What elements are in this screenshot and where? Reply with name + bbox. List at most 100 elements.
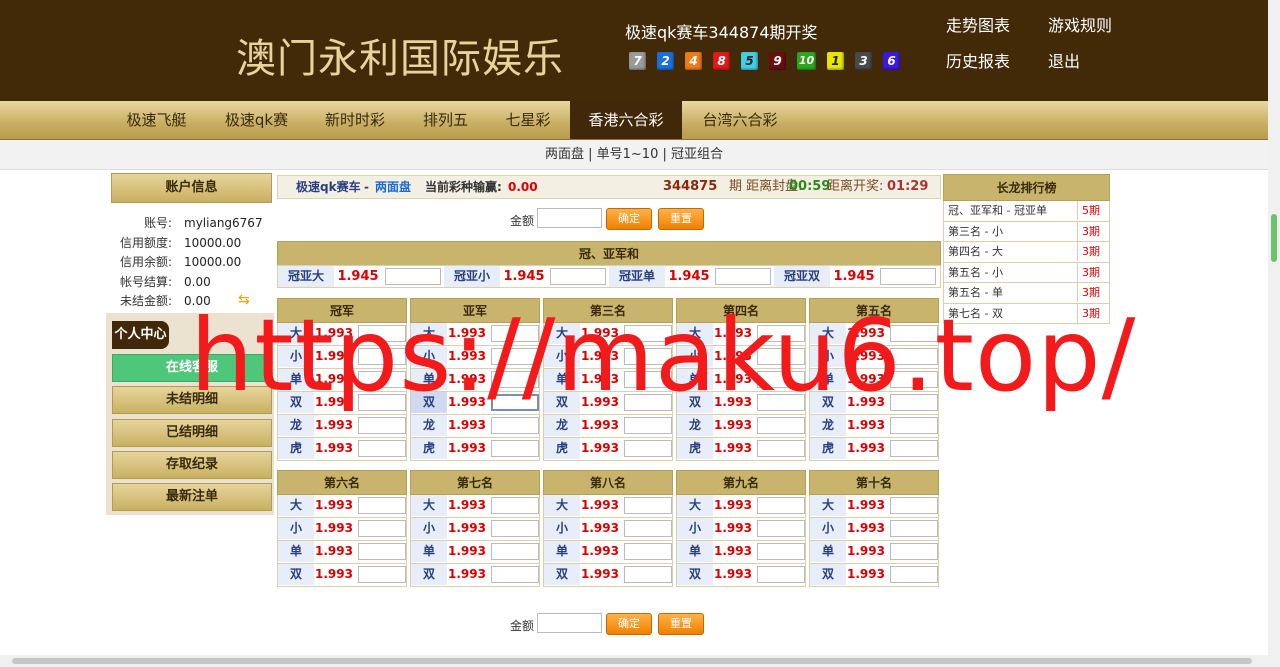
bet-amount-input[interactable]: [358, 520, 406, 537]
long-dragon-ranking: 长龙排行榜 冠、亚军和 - 冠亚单 5期 第三名 - 小 3期 第四名 - 大 3期 第五名…: [943, 174, 1110, 324]
combo-input-small[interactable]: [550, 268, 606, 285]
combo-input-big[interactable]: [385, 268, 441, 285]
settled-details-button[interactable]: 已结明细: [112, 419, 272, 447]
bet-amount-input[interactable]: [624, 325, 672, 342]
bet-amount-input[interactable]: [358, 440, 406, 457]
horizontal-scrollbar[interactable]: [0, 655, 1280, 667]
confirm-button[interactable]: 确定: [606, 208, 652, 230]
reset-button[interactable]: 重置: [658, 208, 704, 230]
bet-label: 单: [278, 541, 314, 562]
bet-amount-input[interactable]: [491, 394, 539, 411]
tab-fast-qk-race[interactable]: 极速qk赛: [210, 101, 303, 139]
bet-amount-input[interactable]: [491, 417, 539, 434]
bet-label: 小: [544, 346, 580, 367]
bet-amount-input[interactable]: [358, 417, 406, 434]
bet-amount-input[interactable]: [757, 543, 805, 560]
bet-amount-input[interactable]: [624, 394, 672, 411]
bet-amount-input[interactable]: [624, 348, 672, 365]
bet-amount-input[interactable]: [491, 566, 539, 583]
bet-label: 小: [677, 346, 713, 367]
bet-row: 单 1.993: [676, 369, 806, 392]
scrollbar-thumb[interactable]: [1271, 214, 1277, 262]
tab-fast-boat[interactable]: 极速飞艇: [110, 101, 203, 139]
refresh-icon[interactable]: ⇆: [238, 293, 250, 307]
scrollbar-thumb[interactable]: [12, 658, 1252, 664]
bet-amount-input[interactable]: [491, 497, 539, 514]
vertical-scrollbar[interactable]: [1268, 0, 1280, 655]
bet-label: 单: [810, 369, 846, 390]
bet-amount-input[interactable]: [624, 497, 672, 514]
bet-row: 双 1.993: [676, 392, 806, 415]
history-report-link[interactable]: 历史报表: [946, 52, 1048, 72]
unsettled-details-button[interactable]: 未结明细: [112, 386, 272, 414]
game-rules-link[interactable]: 游戏规则: [1048, 16, 1136, 36]
bet-amount-input[interactable]: [890, 325, 938, 342]
trend-chart-link[interactable]: 走势图表: [946, 16, 1048, 36]
bet-amount-input[interactable]: [890, 440, 938, 457]
long-dragon-count: 3期: [1077, 262, 1110, 282]
bet-amount-input[interactable]: [491, 543, 539, 560]
latest-bets-button[interactable]: 最新注单: [112, 483, 272, 511]
bet-amount-input[interactable]: [757, 440, 805, 457]
bet-amount-input[interactable]: [757, 371, 805, 388]
bet-amount-input[interactable]: [757, 325, 805, 342]
bet-amount-input[interactable]: [890, 348, 938, 365]
bet-amount-input[interactable]: [624, 520, 672, 537]
bet-amount-input[interactable]: [757, 520, 805, 537]
bet-amount-input[interactable]: [757, 394, 805, 411]
bet-amount-input[interactable]: [358, 348, 406, 365]
bet-label: 单: [544, 369, 580, 390]
bet-amount-input[interactable]: [491, 348, 539, 365]
tab-hk-mark-six[interactable]: 香港六合彩: [570, 101, 682, 139]
bet-amount-input[interactable]: [757, 417, 805, 434]
bet-amount-input[interactable]: [491, 325, 539, 342]
logout-link[interactable]: 退出: [1048, 52, 1136, 72]
tab-tw-mark-six[interactable]: 台湾六合彩: [686, 101, 794, 139]
position-column-header: 冠军: [277, 298, 407, 323]
bet-amount-input[interactable]: [491, 440, 539, 457]
bet-amount-input[interactable]: [890, 371, 938, 388]
bet-amount-input[interactable]: [624, 543, 672, 560]
tab-pailie5[interactable]: 排列五: [408, 101, 483, 139]
amount-input[interactable]: [537, 613, 602, 633]
bet-amount-input[interactable]: [358, 566, 406, 583]
bet-row: 虎 1.993: [676, 438, 806, 461]
combo-row: 冠亚大 1.945 冠亚小 1.945 冠亚单 1.945 冠亚双 1.945: [277, 265, 941, 288]
bet-label: 小: [544, 518, 580, 539]
site-logo[interactable]: 澳门永利国际娱乐: [236, 26, 564, 84]
bet-amount-input[interactable]: [624, 417, 672, 434]
bet-amount-input[interactable]: [890, 566, 938, 583]
bet-odds: 1.993: [847, 395, 885, 409]
combo-input-even[interactable]: [880, 268, 936, 285]
bet-amount-input[interactable]: [890, 520, 938, 537]
bet-amount-input[interactable]: [358, 371, 406, 388]
online-service-button[interactable]: 在线客服: [112, 354, 272, 382]
bet-amount-input[interactable]: [624, 371, 672, 388]
profit-value: 0.00: [508, 180, 538, 194]
result-ball: 8: [713, 52, 730, 70]
bet-amount-input[interactable]: [890, 417, 938, 434]
tab-qixingcai[interactable]: 七星彩: [490, 101, 566, 139]
bet-amount-input[interactable]: [890, 543, 938, 560]
bet-amount-input[interactable]: [358, 394, 406, 411]
bet-amount-input[interactable]: [624, 566, 672, 583]
confirm-button[interactable]: 确定: [606, 613, 652, 635]
bet-amount-input[interactable]: [757, 497, 805, 514]
play-type-subnav[interactable]: 两面盘 | 单号1~10 | 冠亚组合: [0, 140, 1268, 170]
bet-amount-input[interactable]: [890, 497, 938, 514]
bet-amount-input[interactable]: [757, 566, 805, 583]
bet-amount-input[interactable]: [624, 440, 672, 457]
reset-button[interactable]: 重置: [658, 613, 704, 635]
deposit-records-button[interactable]: 存取纪录: [112, 451, 272, 479]
amount-input[interactable]: [537, 208, 602, 228]
bet-amount-input[interactable]: [358, 325, 406, 342]
bet-amount-input[interactable]: [491, 520, 539, 537]
bet-row: 小 1.993: [809, 518, 939, 541]
bet-amount-input[interactable]: [358, 543, 406, 560]
bet-amount-input[interactable]: [358, 497, 406, 514]
bet-amount-input[interactable]: [890, 394, 938, 411]
tab-new-ssc[interactable]: 新时时彩: [310, 101, 400, 139]
bet-amount-input[interactable]: [491, 371, 539, 388]
combo-input-odd[interactable]: [715, 268, 771, 285]
bet-amount-input[interactable]: [757, 348, 805, 365]
